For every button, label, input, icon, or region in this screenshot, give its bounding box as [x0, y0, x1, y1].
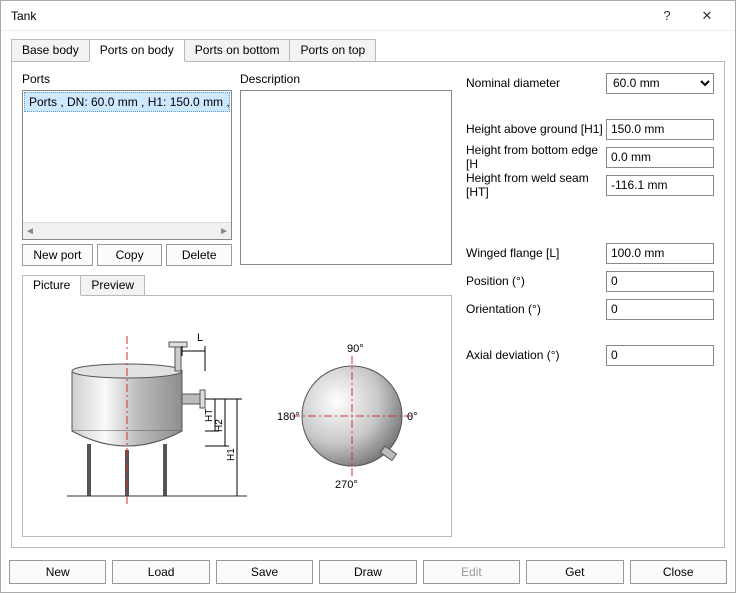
ports-list-item[interactable]: Ports , DN: 60.0 mm , H1: 150.0 mm , A: — [24, 92, 230, 112]
left-column: Ports Description Ports , DN: 60.0 mm , … — [22, 72, 452, 537]
dim-h2-label: H2 — [214, 419, 225, 432]
nominal-diameter-select[interactable]: 60.0 mm — [606, 73, 714, 94]
save-button[interactable]: Save — [216, 560, 313, 584]
scroll-left-icon[interactable]: ◄ — [25, 226, 35, 237]
height-ht-label: Height from weld seam [HT] — [466, 171, 606, 199]
winged-flange-input[interactable] — [606, 243, 714, 264]
tab-ports-on-body[interactable]: Ports on body — [89, 39, 185, 62]
edit-button: Edit — [423, 560, 520, 584]
axial-deviation-input[interactable] — [606, 345, 714, 366]
tab-base-body[interactable]: Base body — [11, 39, 90, 62]
angle-90-label: 90° — [347, 343, 364, 355]
tank-top-diagram: 90° 0° 180° 270° — [277, 326, 427, 506]
dim-h1-label: H1 — [226, 448, 237, 461]
ports-listbox[interactable]: Ports , DN: 60.0 mm , H1: 150.0 mm , A: … — [22, 90, 232, 240]
window-title: Tank — [11, 9, 647, 23]
angle-270-label: 270° — [335, 479, 358, 491]
height-h1-input[interactable] — [606, 119, 714, 140]
copy-button[interactable]: Copy — [97, 244, 163, 266]
axial-deviation-label: Axial deviation (°) — [466, 348, 606, 362]
orientation-label: Orientation (°) — [466, 302, 606, 316]
height-bottom-edge-input[interactable] — [606, 147, 714, 168]
position-input[interactable] — [606, 271, 714, 292]
bottom-buttons: New Load Save Draw Edit Get Close — [1, 554, 735, 592]
load-button[interactable]: Load — [112, 560, 209, 584]
ports-label: Ports — [22, 72, 240, 86]
height-h1-label: Height above ground [H1] — [466, 122, 606, 136]
description-textbox[interactable] — [240, 90, 452, 265]
picture-tabs: Picture Preview — [22, 274, 452, 295]
new-port-button[interactable]: New port — [22, 244, 93, 266]
right-column: Nominal diameter 60.0 mm Height above gr… — [452, 72, 714, 537]
tank-dialog: Tank ? ✕ Base body Ports on body Ports o… — [0, 0, 736, 593]
ports-scrollbar[interactable]: ◄ ► — [23, 222, 231, 239]
get-button[interactable]: Get — [526, 560, 623, 584]
scroll-right-icon[interactable]: ► — [219, 226, 229, 237]
orientation-input[interactable] — [606, 299, 714, 320]
height-bottom-edge-label: Height from bottom edge [H — [466, 143, 606, 171]
picture-panel: L HT H2 H1 — [22, 295, 452, 537]
tab-ports-on-bottom[interactable]: Ports on bottom — [184, 39, 291, 62]
titlebar: Tank ? ✕ — [1, 1, 735, 31]
new-button[interactable]: New — [9, 560, 106, 584]
tab-panel: Ports Description Ports , DN: 60.0 mm , … — [11, 61, 725, 548]
dim-l-label: L — [197, 332, 203, 344]
close-button[interactable]: Close — [630, 560, 727, 584]
winged-flange-label: Winged flange [L] — [466, 246, 606, 260]
close-window-button[interactable]: ✕ — [687, 2, 727, 30]
subtab-picture[interactable]: Picture — [22, 275, 81, 296]
draw-button[interactable]: Draw — [319, 560, 416, 584]
content-area: Base body Ports on body Ports on bottom … — [1, 31, 735, 554]
delete-button[interactable]: Delete — [166, 244, 232, 266]
position-label: Position (°) — [466, 274, 606, 288]
main-tabs: Base body Ports on body Ports on bottom … — [11, 39, 725, 61]
description-label: Description — [240, 72, 300, 86]
height-ht-input[interactable] — [606, 175, 714, 196]
angle-180-label: 180° — [277, 411, 300, 423]
help-button[interactable]: ? — [647, 2, 687, 30]
tank-side-diagram: L HT H2 H1 — [47, 316, 247, 516]
angle-0-label: 0° — [407, 411, 418, 423]
tab-ports-on-top[interactable]: Ports on top — [289, 39, 376, 62]
nominal-diameter-label: Nominal diameter — [466, 76, 606, 90]
subtab-preview[interactable]: Preview — [80, 275, 145, 296]
